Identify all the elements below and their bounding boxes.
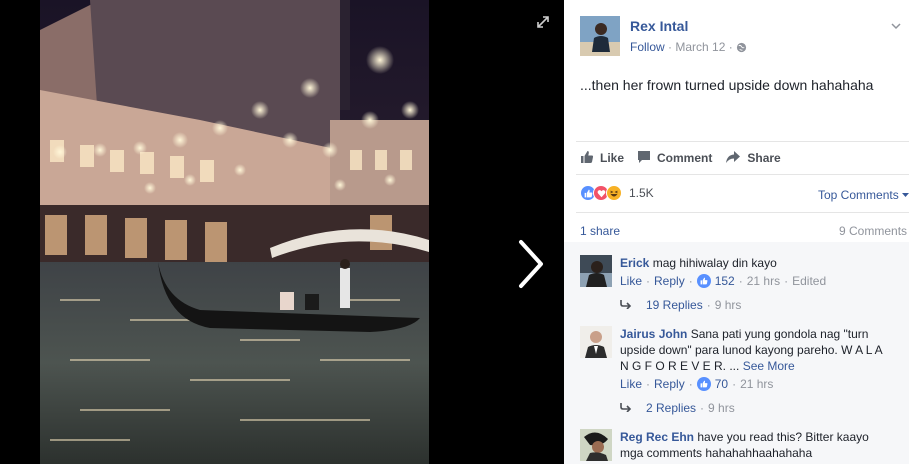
haha-reaction-icon: [606, 185, 622, 201]
see-more-link[interactable]: See More: [743, 359, 795, 373]
comment-button[interactable]: Comment: [637, 150, 712, 167]
comment-like-count[interactable]: 70: [696, 377, 729, 391]
chevron-down-icon: [902, 187, 909, 201]
comment-time[interactable]: 21 hrs: [740, 377, 773, 391]
top-comments-dropdown[interactable]: Top Comments: [818, 187, 909, 202]
comment-text: Erick mag hihiwalay din kayo: [620, 255, 903, 271]
comment-count-link[interactable]: 9 Comments: [839, 224, 907, 238]
author-name[interactable]: Rex Intal: [630, 18, 688, 34]
view-replies-link[interactable]: 2 Replies: [646, 401, 696, 415]
post-text: ...then her frown turned upside down hah…: [580, 77, 874, 93]
comment-actions: Like · Reply · 70 · 21 hrs: [620, 377, 773, 391]
comment-content: mag hihiwalay din kayo: [652, 256, 777, 270]
separator: ·: [646, 274, 651, 288]
like-icon: [696, 377, 711, 391]
author-avatar[interactable]: [580, 16, 620, 56]
comment-reply-link[interactable]: Reply: [654, 274, 685, 288]
replies-row: 19 Replies · 9 hrs: [620, 298, 741, 312]
avatar[interactable]: [580, 255, 612, 287]
meta-separator: ·: [728, 40, 737, 54]
divider: [576, 212, 909, 213]
divider: [576, 174, 909, 175]
comment-label: Comment: [657, 151, 713, 165]
separator: ·: [732, 377, 737, 391]
follow-link[interactable]: Follow: [630, 40, 665, 54]
like-icon: [696, 274, 711, 288]
separator: ·: [706, 298, 711, 312]
separator: ·: [688, 274, 693, 288]
separator: ·: [646, 377, 651, 391]
post-date[interactable]: March 12: [675, 40, 725, 54]
share-button[interactable]: Share: [725, 150, 781, 167]
reaction-count[interactable]: 1.5K: [629, 186, 654, 200]
photo-theater: [0, 0, 564, 464]
separator: ·: [784, 274, 789, 288]
comment-time[interactable]: 21 hrs: [747, 274, 780, 288]
comment-reply-link[interactable]: Reply: [654, 377, 685, 391]
divider: [576, 141, 909, 142]
like-label: Like: [600, 151, 625, 165]
separator: ·: [738, 274, 743, 288]
commenter-name[interactable]: Erick: [620, 256, 649, 270]
replies-time: 9 hrs: [708, 401, 735, 415]
edited-label[interactable]: Edited: [792, 274, 826, 288]
avatar[interactable]: [580, 326, 612, 358]
replies-time: 9 hrs: [714, 298, 742, 312]
shares-link[interactable]: 1 share: [580, 224, 620, 238]
separator: ·: [700, 401, 705, 415]
commenter-name[interactable]: Reg Rec Ehn: [620, 430, 694, 444]
replies-row: 2 Replies · 9 hrs: [620, 401, 735, 415]
like-count: 70: [714, 377, 729, 391]
next-arrow-icon[interactable]: [515, 238, 547, 290]
top-comments-label: Top Comments: [818, 188, 899, 202]
share-icon: [725, 150, 747, 167]
comment-text: Reg Rec Ehn have you read this? Bitter k…: [620, 429, 890, 461]
chevron-down-icon[interactable]: [889, 19, 903, 33]
post-actions: Like Comment Share: [580, 148, 794, 168]
expand-icon[interactable]: [533, 12, 553, 32]
comment-icon: [637, 150, 657, 167]
globe-icon: [736, 42, 747, 56]
like-button[interactable]: Like: [580, 150, 624, 167]
comment-like-link[interactable]: Like: [620, 274, 642, 288]
comment-like-count[interactable]: 152: [696, 274, 735, 288]
like-count: 152: [714, 274, 735, 288]
commenter-name[interactable]: Jairus John: [620, 327, 687, 341]
post-meta: Follow · March 12 ·: [630, 40, 747, 56]
share-label: Share: [747, 151, 781, 165]
reactions-summary[interactable]: 1.5K: [580, 184, 654, 202]
like-icon: [580, 150, 600, 167]
post-photo[interactable]: [40, 0, 429, 464]
post-panel: Rex Intal Follow · March 12 · ...then he…: [564, 0, 909, 464]
comment-like-link[interactable]: Like: [620, 377, 642, 391]
comment-text: Jairus John Sana pati yung gondola nag "…: [620, 326, 890, 374]
reply-arrow-icon: [620, 401, 646, 415]
separator: ·: [688, 377, 693, 391]
avatar[interactable]: [580, 429, 612, 461]
view-replies-link[interactable]: 19 Replies: [646, 298, 703, 312]
comment-actions: Like · Reply · 152 · 21 hrs · Edited: [620, 274, 826, 288]
reply-arrow-icon: [620, 298, 646, 312]
